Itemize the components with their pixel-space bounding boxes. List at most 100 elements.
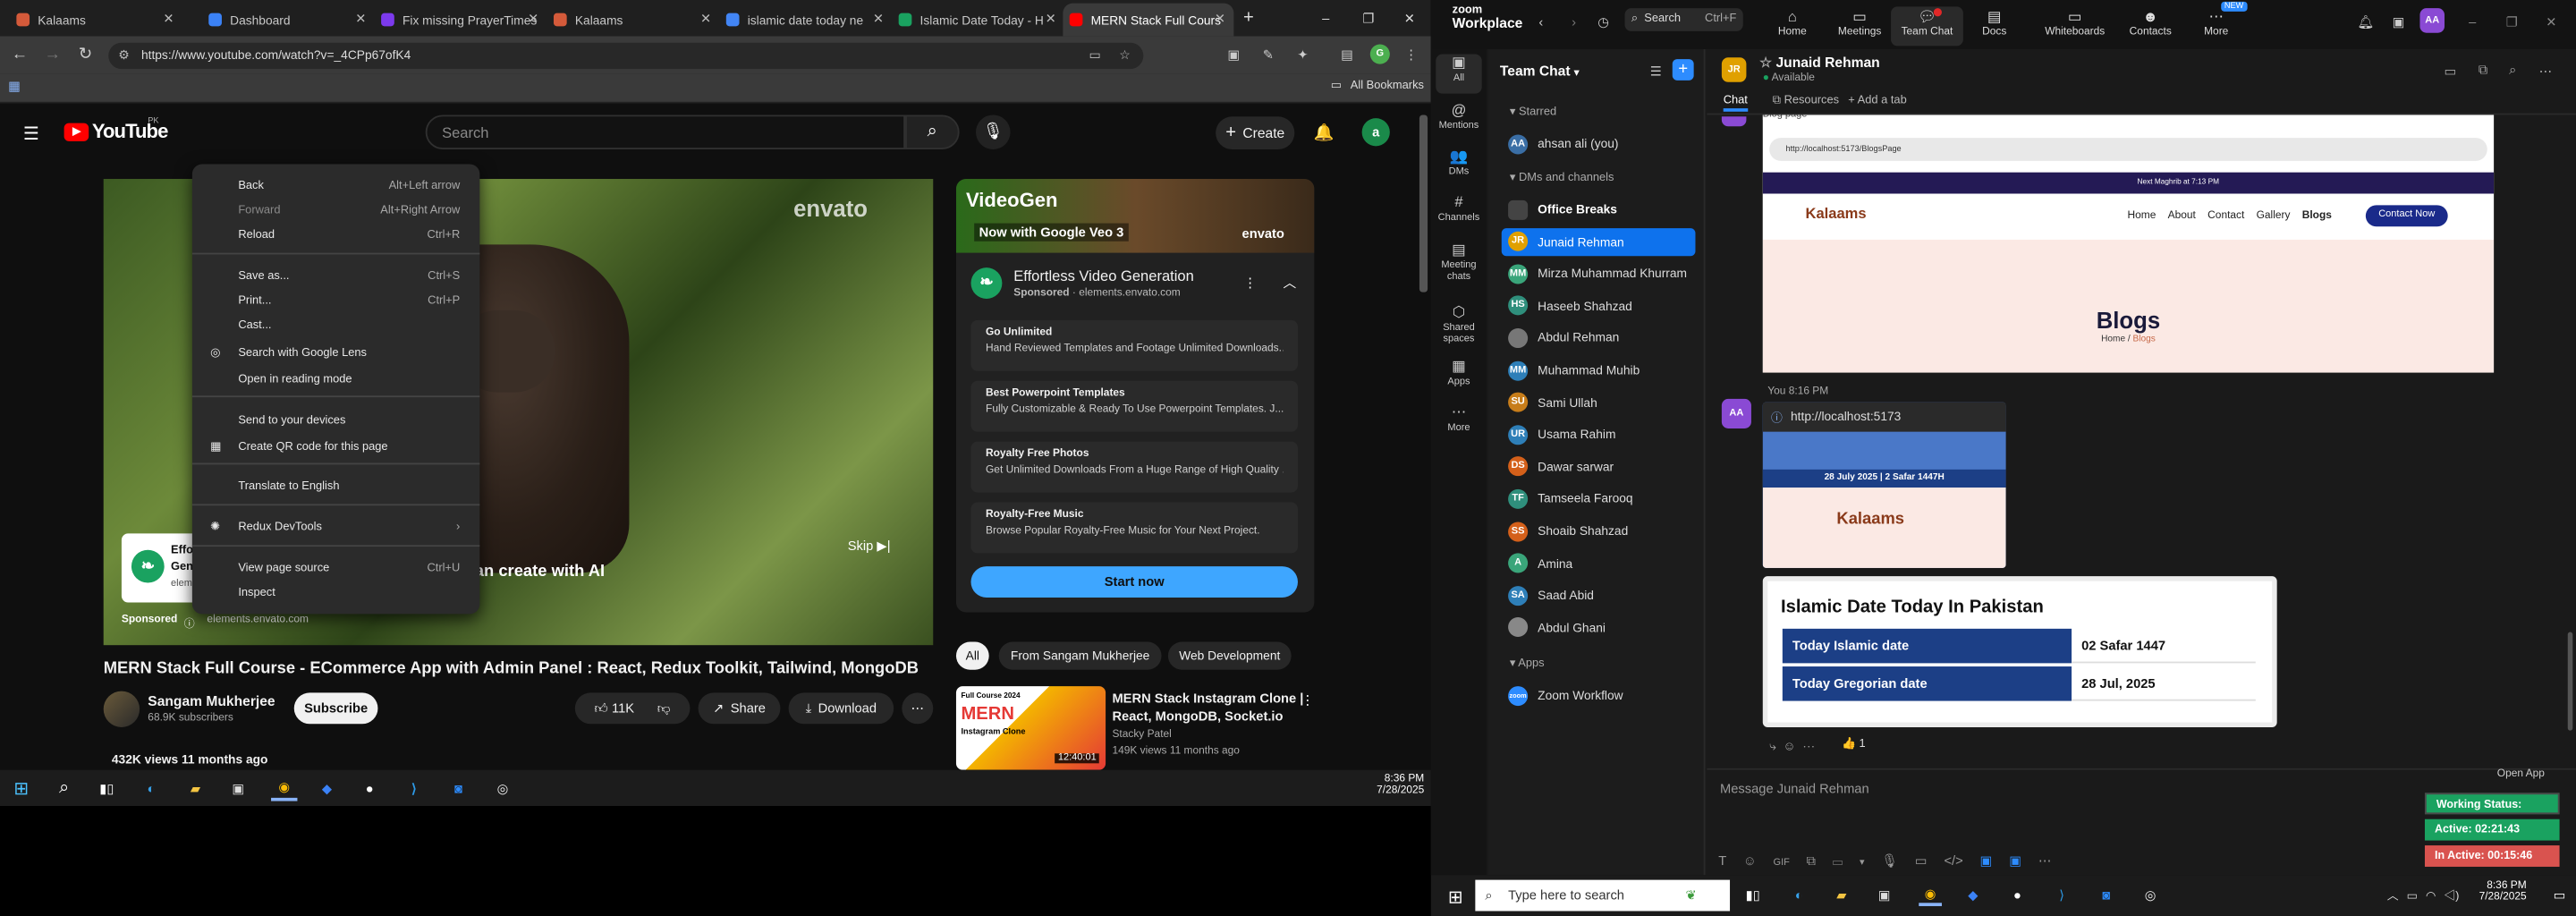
rail-more[interactable]: ⋯ More [1431, 403, 1487, 433]
menu-item-reload[interactable]: Reload Ctrl+R [192, 224, 479, 249]
close-tab-icon[interactable]: ✕ [873, 12, 884, 27]
skip-ad-button[interactable]: Skip ▶| [848, 539, 891, 554]
close-tab-icon[interactable]: ✕ [1046, 12, 1056, 27]
apps-icon[interactable]: ▣ [2389, 12, 2409, 31]
github-desktop-icon[interactable]: ● [2007, 885, 2027, 904]
app-icon[interactable]: ◆ [1963, 885, 1983, 904]
dislike-button[interactable]: 👎︎ [657, 700, 671, 717]
browser-tab-active[interactable]: MERN Stack Full Cours ✕ [1063, 3, 1234, 37]
menu-item-reading-mode[interactable]: Open in reading mode [192, 368, 479, 393]
nav-meetings[interactable]: ▭ Meetings [1824, 6, 1896, 46]
list-item-dm[interactable]: HS Haseeb Shahzad [1502, 292, 1696, 319]
new-chat-button[interactable]: + [1672, 59, 1694, 81]
windows-start-icon[interactable]: ⊞ [1444, 885, 1467, 908]
subscribe-button[interactable]: Subscribe [293, 692, 378, 725]
close-tab-icon[interactable]: ✕ [355, 12, 366, 27]
screenshot-icon[interactable]: ⧉ [1807, 853, 1817, 869]
app-plugin-icon[interactable]: ▣ [1980, 853, 1993, 869]
more-actions-icon[interactable]: ⋯ [902, 692, 934, 725]
zoom-icon[interactable]: ◙ [447, 776, 470, 800]
new-tab-icon[interactable]: + [1237, 6, 1260, 30]
close-tab-icon[interactable]: ✕ [163, 12, 174, 27]
notification-center-icon[interactable]: ▭ [2551, 886, 2567, 903]
clock[interactable]: 8:36 PM 7/28/2025 [2479, 880, 2527, 903]
store-icon[interactable]: ▣ [226, 776, 250, 800]
address-bar[interactable]: ⚙ https://www.youtube.com/watch?v=_4CPp6… [108, 42, 1144, 70]
notifications-bell-icon[interactable]: 🔔 [1311, 120, 1337, 146]
edge-icon[interactable]: ◐ [1789, 885, 1809, 904]
nav-docs[interactable]: ▤ Docs [1958, 6, 2030, 46]
browser-menu-icon[interactable]: ⋮ [1402, 45, 1421, 64]
tab-search-icon[interactable]: ▤ [1337, 45, 1357, 64]
download-button[interactable]: ⤓ Download [788, 692, 894, 725]
code-icon[interactable]: </> [1944, 853, 1962, 869]
format-text-icon[interactable]: T [1718, 853, 1726, 869]
menu-item-send-to-devices[interactable]: Send to your devices [192, 409, 479, 434]
extension-icon[interactable]: ▣ [1224, 45, 1243, 64]
channel-name[interactable]: Sangam Mukherjee [148, 692, 275, 708]
nav-contacts[interactable]: ☻ Contacts [2114, 6, 2187, 46]
browser-tab[interactable]: Islamic Date Today - H ✕ [892, 4, 1064, 37]
menu-item-inspect[interactable]: Inspect [192, 581, 479, 606]
more-vert-icon[interactable]: ⋮ [1242, 273, 1258, 293]
panel-title[interactable]: Team Chat ▾ [1500, 63, 1580, 79]
like-button[interactable]: 👍︎ 11K [595, 700, 635, 717]
menu-item-google-lens[interactable]: ◎ Search with Google Lens [192, 342, 479, 367]
menu-item-view-source[interactable]: View page source Ctrl+U [192, 556, 479, 581]
menu-item-qr-code[interactable]: ▦ Create QR code for this page [192, 435, 479, 460]
rail-dms[interactable]: 👥 DMs [1431, 148, 1487, 177]
related-video-thumbnail[interactable]: Full Course 2024 MERN Instagram Clone 12… [955, 686, 1106, 770]
pen-extension-icon[interactable]: ✎ [1258, 45, 1278, 64]
rail-channels[interactable]: # Channels [1431, 194, 1487, 224]
extensions-puzzle-icon[interactable]: ✦ [1292, 45, 1312, 64]
contact-name[interactable]: ☆ Junaid Rehman [1759, 55, 1880, 72]
reply-icon[interactable]: ⤷ [1769, 739, 1776, 754]
browser-tab[interactable]: islamic date today ne ✕ [719, 4, 892, 37]
menu-item-save-as[interactable]: Save as... Ctrl+S [192, 264, 479, 289]
chevron-up-icon[interactable]: ︿ [2387, 891, 2399, 903]
search-input[interactable]: Search [425, 114, 906, 149]
forward-icon[interactable]: › [1565, 12, 1581, 31]
list-item-dm[interactable]: Abdul Ghani [1502, 614, 1696, 641]
close-tab-icon[interactable]: ✕ [700, 12, 711, 27]
dms-section[interactable]: ▾ DMs and channels [1510, 171, 1614, 184]
chat-scrollbar[interactable] [2567, 632, 2573, 731]
more-horizontal-icon[interactable]: ⋯ [2038, 853, 2052, 869]
vscode-icon[interactable]: ⟩ [402, 776, 426, 800]
rail-meeting-chats[interactable]: ▤ Meeting chats [1431, 242, 1487, 284]
app-icon[interactable]: ◎ [491, 776, 514, 800]
video-message-icon[interactable]: ▭ [1915, 853, 1928, 869]
info-icon[interactable]: ⓘ [184, 614, 195, 631]
nav-team-chat[interactable]: 💬︎ Team Chat [1891, 6, 1963, 47]
apps-section[interactable]: ▾ Apps [1510, 657, 1545, 670]
clock[interactable]: 8:36 PM 7/28/2025 [1377, 773, 1424, 796]
video-call-icon[interactable]: ▭ [2441, 63, 2459, 79]
list-item-dm[interactable]: MM Mirza Muhammad Khurram [1502, 259, 1696, 287]
voice-search-icon[interactable]: 🎙 [975, 114, 1011, 149]
start-now-button[interactable]: Start now [970, 566, 1298, 598]
task-view-icon[interactable]: ▮▯ [96, 776, 119, 800]
all-bookmarks-link[interactable]: All Bookmarks [1351, 81, 1424, 92]
ad-sitelink[interactable]: Royalty-Free Music Browse Popular Royalty… [970, 502, 1298, 554]
maximize-icon[interactable]: ❐ [1357, 6, 1380, 30]
microphone-icon[interactable]: 🎙︎ [1881, 853, 1898, 869]
islamic-date-card[interactable]: Islamic Date Today In Pakistan Today Isl… [1762, 576, 2277, 727]
menu-item-print[interactable]: Print... Ctrl+P [192, 289, 479, 314]
bookmark-star-icon[interactable]: ☆ [1119, 43, 1130, 69]
ad-sitelink[interactable]: Go Unlimited Hand Reviewed Templates and … [970, 319, 1298, 371]
history-icon[interactable]: ◷ [1594, 12, 1614, 31]
chevron-up-icon[interactable]: ︿ [1282, 273, 1298, 293]
menu-item-redux-devtools[interactable]: ✺ Redux DevTools › [192, 515, 479, 540]
back-icon[interactable]: ‹ [1533, 12, 1549, 31]
store-icon[interactable]: ▣ [1875, 885, 1894, 904]
list-item-dm[interactable]: MM Muhammad Muhib [1502, 356, 1696, 384]
related-channel[interactable]: Stacky Patel [1112, 729, 1171, 741]
list-item-zoom-workflow[interactable]: zoom Zoom Workflow [1502, 682, 1696, 709]
share-button[interactable]: ↗ Share [698, 692, 781, 725]
maximize-icon[interactable]: ❐ [2504, 12, 2520, 31]
list-item[interactable]: AA ahsan ali (you) [1502, 130, 1696, 157]
reaction-badge[interactable]: 👍 1 [1842, 737, 1866, 751]
zoom-user-avatar[interactable]: AA [2419, 8, 2445, 33]
search-icon[interactable]: ⌕ [2504, 63, 2521, 79]
chrome-icon[interactable]: ◉ [1919, 883, 1942, 906]
